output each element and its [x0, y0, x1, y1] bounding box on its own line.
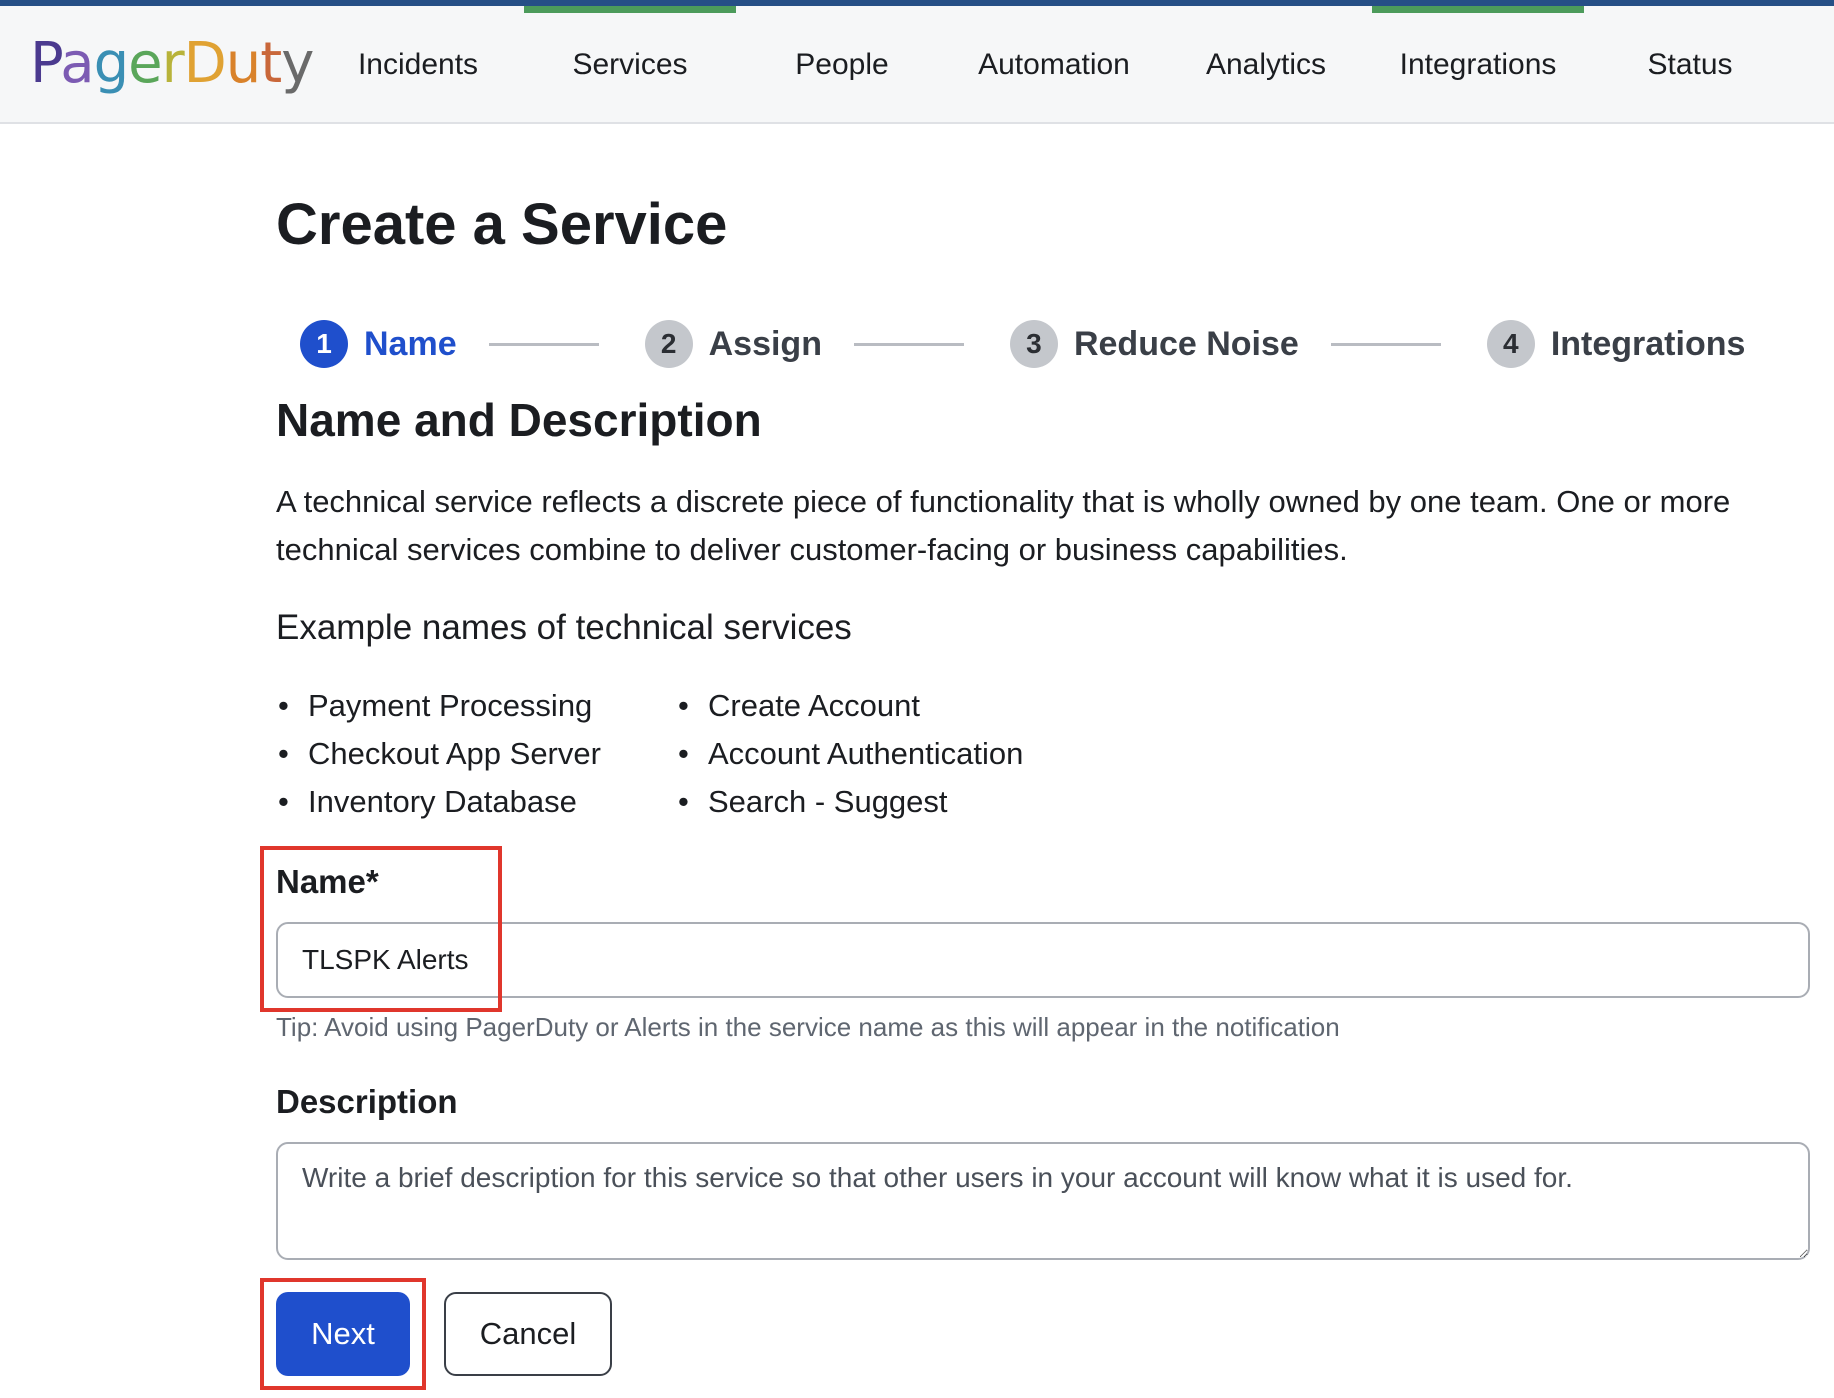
name-label: Name* — [276, 863, 379, 900]
logo-letter: y — [281, 31, 314, 96]
example-item: Inventory Database — [276, 778, 601, 826]
app-header: PagerDuty Incidents Services People Automat… — [0, 6, 1834, 124]
nav-item-label: Status — [1647, 48, 1733, 81]
name-tip: Tip: Avoid using PagerDuty or Alerts in … — [276, 1012, 1340, 1042]
description-label: Description — [276, 1083, 458, 1120]
service-name-input[interactable] — [276, 922, 1810, 998]
description-textarea[interactable] — [276, 1142, 1810, 1260]
step-assign: 2 Assign — [644, 320, 822, 368]
nav-item-label: People — [795, 48, 889, 81]
example-item: Create Account — [676, 682, 1023, 730]
step-connector — [488, 342, 599, 346]
step-number-badge: 4 — [1486, 320, 1535, 368]
page-title: Create a Service — [276, 192, 728, 257]
logo-letter: r — [161, 31, 185, 96]
step-label: Reduce Noise — [1073, 324, 1299, 363]
pagerduty-logo[interactable]: PagerDuty — [30, 31, 314, 96]
cancel-button[interactable]: Cancel — [444, 1292, 612, 1376]
step-integrations: 4 Integrations — [1486, 320, 1746, 368]
step-name: 1 Name — [300, 320, 457, 368]
nav-item-integrations[interactable]: Integrations — [1372, 6, 1584, 124]
example-item: Account Authentication — [676, 730, 1023, 778]
main-nav: Incidents Services People Automation Analyti… — [312, 6, 1796, 124]
example-item: Payment Processing — [276, 682, 601, 730]
step-connector — [1330, 342, 1441, 346]
step-label: Name — [364, 324, 457, 363]
intro-text: A technical service reflects a discrete … — [276, 484, 1731, 567]
example-item: Checkout App Server — [276, 730, 601, 778]
nav-item-incidents[interactable]: Incidents — [312, 6, 524, 124]
examples-list-left: Payment ProcessingCheckout App ServerInv… — [276, 682, 601, 826]
nav-item-status[interactable]: Status — [1584, 6, 1796, 124]
next-button[interactable]: Next — [276, 1292, 410, 1376]
example-item: Search - Suggest — [676, 778, 1023, 826]
logo-letter: D — [183, 31, 227, 96]
nav-item-label: Incidents — [357, 48, 479, 81]
nav-item-label: Integrations — [1399, 48, 1557, 81]
step-reduce-noise: 3 Reduce Noise — [1009, 320, 1299, 368]
nav-item-people[interactable]: People — [736, 6, 948, 124]
nav-item-label: Automation — [978, 48, 1130, 81]
logo-letter: g — [93, 31, 130, 96]
logo-letter: a — [60, 31, 94, 96]
logo-letter: e — [128, 31, 162, 96]
nav-item-services[interactable]: Services — [524, 6, 736, 124]
examples-list-right: Create AccountAccount AuthenticationSear… — [676, 682, 1023, 826]
examples-title: Example names of technical services — [276, 608, 852, 647]
logo-letter: u — [225, 31, 261, 96]
nav-item-label: Services — [572, 48, 688, 81]
logo-letter: P — [30, 31, 61, 96]
step-connector — [853, 342, 964, 346]
nav-item-automation[interactable]: Automation — [948, 6, 1160, 124]
wizard-steps: 1 Name 2 Assign 3 Reduce Noise 4 Integrations — [300, 316, 1745, 372]
step-number-badge: 2 — [644, 320, 693, 368]
section-title: Name and Description — [276, 394, 762, 446]
step-number-badge: 1 — [300, 320, 348, 368]
step-number-badge: 3 — [1009, 320, 1058, 368]
step-label: Assign — [708, 324, 822, 363]
nav-item-label: Analytics — [1205, 48, 1327, 81]
nav-item-analytics[interactable]: Analytics — [1160, 6, 1372, 124]
logo-letter: t — [260, 31, 282, 96]
step-label: Integrations — [1550, 324, 1746, 363]
